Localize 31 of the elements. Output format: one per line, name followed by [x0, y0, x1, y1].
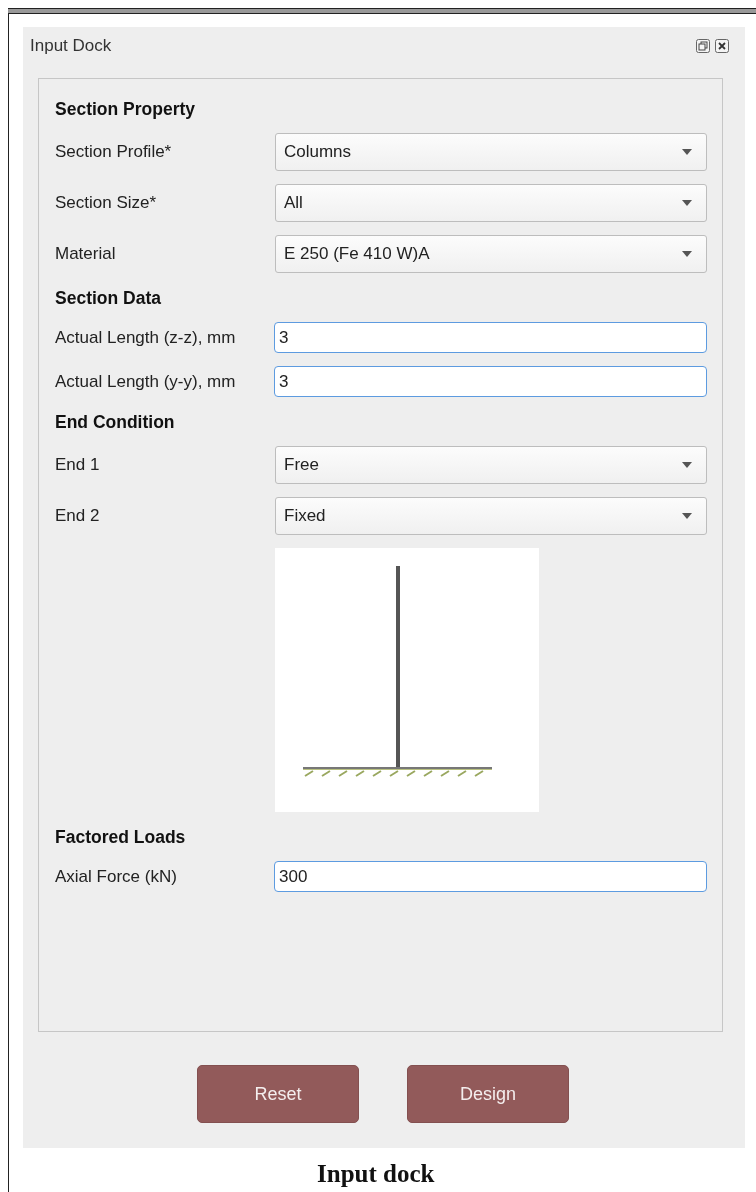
field-label: End 2	[55, 506, 101, 526]
dropdown[interactable]: Free	[275, 446, 707, 484]
dropdown[interactable]: E 250 (Fe 410 W)A	[275, 235, 707, 273]
figure-caption: Input dock	[317, 1160, 435, 1188]
input-field[interactable]: 3	[274, 366, 707, 397]
field-label: Actual Length (z-z), mm	[55, 327, 237, 348]
caret-icon	[682, 513, 692, 519]
field-label: Section Profile*	[55, 142, 173, 162]
dock-title: Input Dock	[30, 35, 112, 56]
field-label: Material	[55, 244, 117, 264]
input-field[interactable]: 3	[274, 322, 707, 353]
caret-icon	[682, 200, 692, 206]
caret-icon	[682, 462, 692, 468]
dropdown[interactable]: Columns	[275, 133, 707, 171]
section-heading: Section Property	[55, 98, 196, 121]
field-label: Actual Length (y-y), mm	[55, 371, 237, 392]
section-heading: End Condition	[55, 411, 175, 434]
caret-icon	[682, 251, 692, 257]
dropdown[interactable]: Fixed	[275, 497, 707, 535]
field-label: Section Size*	[55, 193, 158, 213]
action-button[interactable]: Design	[407, 1065, 569, 1123]
restore-icon[interactable]	[696, 38, 710, 53]
dropdown[interactable]: All	[275, 184, 707, 222]
input-field[interactable]: 300	[274, 861, 707, 892]
section-heading: Factored Loads	[55, 826, 186, 849]
caret-icon	[682, 149, 692, 155]
field-label: Axial Force (kN)	[55, 866, 178, 887]
close-icon[interactable]	[715, 38, 729, 53]
section-heading: Section Data	[55, 287, 161, 310]
action-button[interactable]: Reset	[197, 1065, 359, 1123]
field-label: End 1	[55, 455, 101, 475]
